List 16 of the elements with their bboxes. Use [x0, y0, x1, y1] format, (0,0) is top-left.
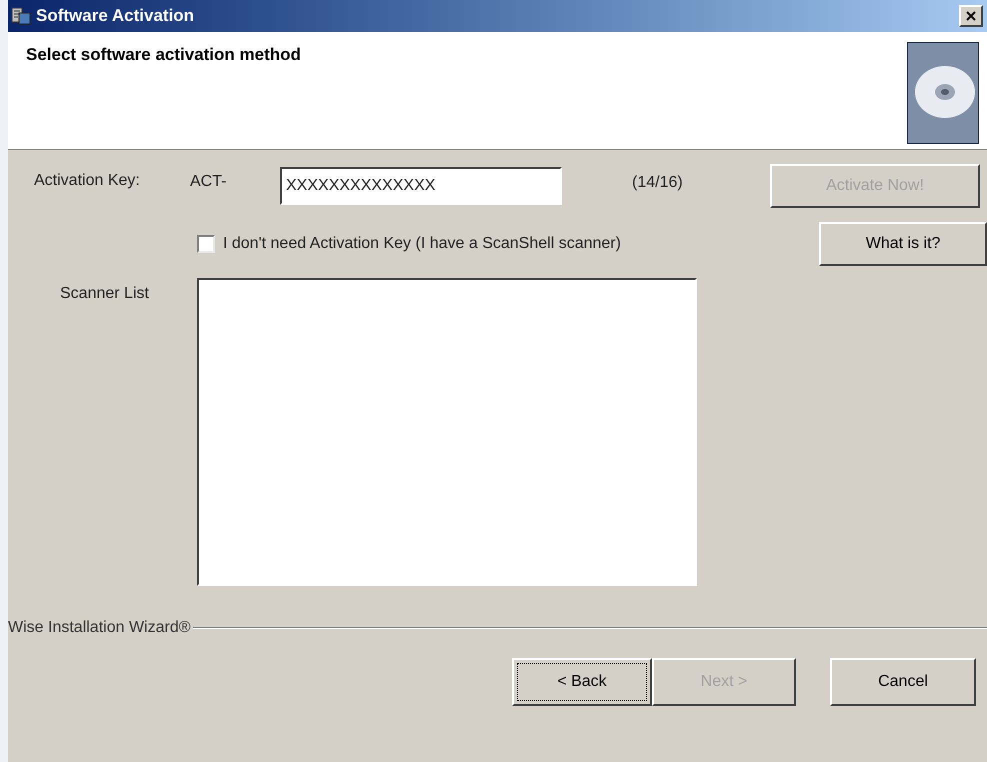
installer-icon	[10, 5, 32, 27]
key-prefix: ACT-	[190, 172, 228, 192]
close-icon	[966, 11, 976, 21]
brand-label: Wise Installation Wizard®	[8, 618, 191, 638]
scanner-list-label: Scanner List	[60, 284, 150, 304]
activation-key-label: Activation Key:	[34, 171, 141, 191]
header-title: Select software activation method	[26, 44, 301, 66]
what-is-it-button[interactable]: What is it?	[819, 222, 987, 266]
window-title: Software Activation	[36, 5, 196, 28]
close-button[interactable]	[959, 5, 983, 27]
wizard-button[interactable]: < Back	[512, 658, 652, 706]
checkbox-label: I don't need Activation Key (I have a ScanShell scanner)	[222, 234, 622, 254]
key-count: (14/16)	[632, 173, 684, 193]
wizard-button[interactable]: Cancel	[830, 658, 976, 706]
checkbox[interactable]	[197, 235, 215, 253]
activation-key-field[interactable]: XXXXXXXXXXXXXX	[280, 167, 562, 205]
